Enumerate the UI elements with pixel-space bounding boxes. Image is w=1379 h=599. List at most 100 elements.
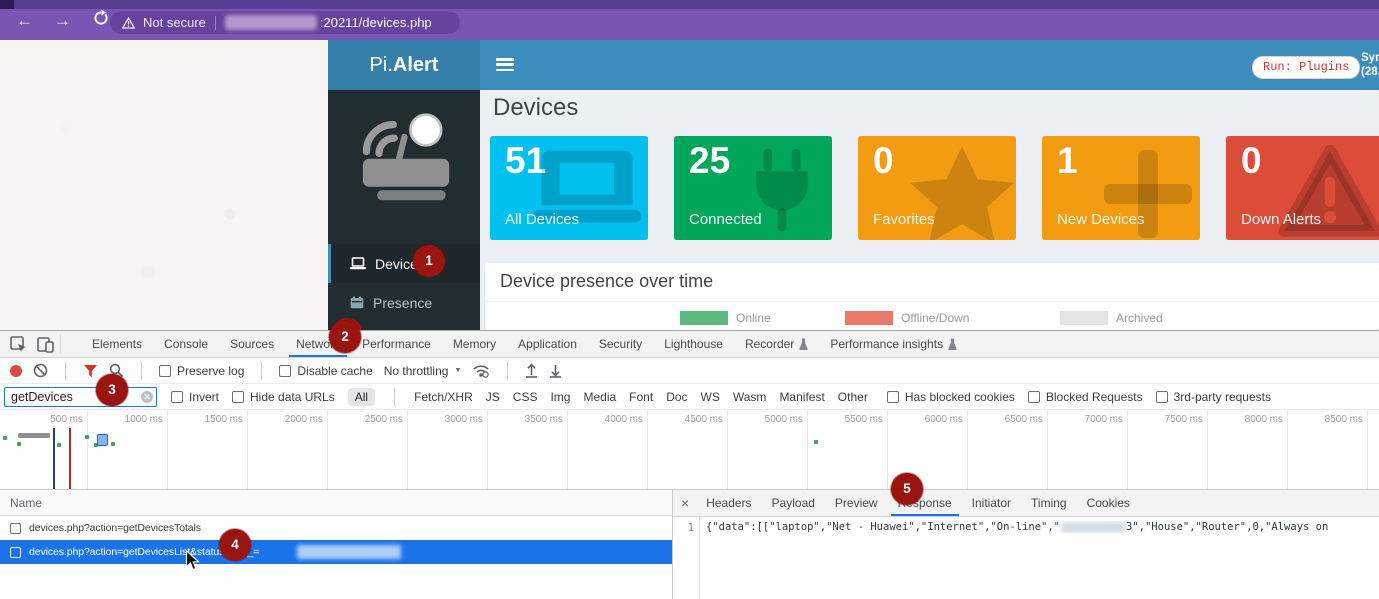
annotation-step-5: 5 (891, 473, 923, 505)
tab-recorder[interactable]: Recorder (734, 331, 819, 357)
not-secure-label: Not secure (143, 15, 206, 30)
tab-memory[interactable]: Memory (442, 331, 507, 357)
timeline-tick-label: 1500 ms (205, 414, 243, 425)
event-marker-line (53, 428, 55, 489)
chip-ws[interactable]: WS (701, 390, 720, 404)
network-conditions-icon[interactable] (472, 363, 490, 378)
blocked-requests-checkbox[interactable]: Blocked Requests (1028, 390, 1143, 404)
third-party-requests-checkbox[interactable]: 3rd-party requests (1156, 390, 1271, 404)
legend-archived: Archived (1060, 311, 1163, 325)
clear-icon[interactable] (33, 363, 48, 378)
timeline-tick-label: 3500 ms (525, 414, 563, 425)
pialert-app: Pi.Alert Run: Plugins Syn (28, (0, 40, 1379, 330)
app-top-nav: Run: Plugins Syn (28, (480, 40, 1379, 90)
chip-fetch-xhr[interactable]: Fetch/XHR (414, 390, 473, 404)
filter-input[interactable] (4, 387, 157, 407)
tab-console[interactable]: Console (153, 331, 219, 357)
disable-cache-checkbox[interactable]: Disable cache (279, 364, 372, 378)
annotation-step-1: 1 (413, 245, 445, 277)
row-checkbox[interactable] (10, 523, 21, 534)
record-icon[interactable] (10, 365, 22, 377)
timeline-tick-label: 6500 ms (1005, 414, 1043, 425)
export-har-icon[interactable] (549, 363, 562, 378)
run-plugins-button[interactable]: Run: Plugins (1252, 56, 1360, 79)
timeline-gridline (167, 410, 168, 489)
redacted-host (225, 15, 317, 30)
inspect-element-icon[interactable] (10, 336, 27, 353)
tab-initiator[interactable]: Initiator (962, 490, 1021, 516)
clear-filter-icon[interactable]: ✕ (141, 391, 153, 403)
reload-icon[interactable] (92, 9, 110, 32)
chip-other[interactable]: Other (838, 390, 868, 404)
tab-timing[interactable]: Timing (1021, 490, 1077, 516)
filter-funnel-icon[interactable] (83, 364, 98, 378)
preserve-log-checkbox[interactable]: Preserve log (159, 364, 244, 378)
tab-performance[interactable]: Performance (351, 331, 442, 357)
pialert-logo[interactable]: Pi.Alert (328, 40, 480, 90)
throttling-select[interactable]: No throttling▼ (384, 364, 462, 378)
tab-lighthouse[interactable]: Lighthouse (653, 331, 734, 357)
has-blocked-cookies-checkbox[interactable]: Has blocked cookies (887, 390, 1015, 404)
address-bar[interactable]: Not secure :20211/devices.php (110, 11, 460, 34)
chip-js[interactable]: JS (486, 390, 500, 404)
chip-all[interactable]: All (348, 388, 375, 406)
response-body[interactable]: 1 {"data":[["laptop","Net - Huawei","Int… (673, 517, 1379, 599)
sidebar-item-devices[interactable]: Devices (328, 244, 480, 283)
chip-doc[interactable]: Doc (666, 390, 687, 404)
invert-checkbox[interactable]: Invert (171, 390, 219, 404)
hide-data-urls-checkbox[interactable]: Hide data URLs (232, 390, 335, 404)
timeline-gridline (407, 410, 408, 489)
chip-font[interactable]: Font (629, 390, 653, 404)
annotation-step-2: 2 (329, 321, 361, 353)
tab-security[interactable]: Security (588, 331, 653, 357)
timeline-tick-label: 8000 ms (1245, 414, 1283, 425)
tab-elements[interactable]: Elements (81, 331, 153, 357)
timeline-gridline (1287, 410, 1288, 489)
redacted-ip (1061, 522, 1125, 533)
chip-wasm[interactable]: Wasm (733, 390, 767, 404)
tab-performance-insights[interactable]: Performance insights (819, 331, 968, 357)
timeline-tick-label: 7000 ms (1085, 414, 1123, 425)
chip-css[interactable]: CSS (513, 390, 538, 404)
app-content: Devices 51 All Devices 25 Connected 0 (480, 90, 1379, 330)
card-favorites[interactable]: 0 Favorites (858, 136, 1016, 240)
timeline-tick-label: 5500 ms (845, 414, 883, 425)
tab-cookies[interactable]: Cookies (1077, 490, 1140, 516)
chip-media[interactable]: Media (583, 390, 616, 404)
request-row-gettotals[interactable]: devices.php?action=getDevicesTotals (0, 516, 672, 540)
close-icon[interactable]: × (681, 495, 689, 511)
offline-swatch (845, 311, 893, 325)
requests-name-header[interactable]: Name (0, 490, 672, 516)
network-toolbar: Preserve log Disable cache No throttling… (0, 358, 1379, 384)
row-checkbox[interactable] (10, 547, 21, 558)
timeline-tick-label: 2500 ms (365, 414, 403, 425)
tab-payload[interactable]: Payload (762, 490, 825, 516)
laptop-icon (350, 257, 366, 270)
sidebar-item-presence[interactable]: Presence (328, 283, 480, 322)
back-icon[interactable]: ← (16, 11, 33, 31)
annotation-step-4: 4 (219, 529, 251, 561)
chip-manifest[interactable]: Manifest (779, 390, 824, 404)
timeline-gridline (87, 410, 88, 489)
sidebar-toggle-icon[interactable] (496, 58, 514, 71)
tab-preview[interactable]: Preview (825, 490, 888, 516)
chip-img[interactable]: Img (550, 390, 570, 404)
card-all-devices[interactable]: 51 All Devices (490, 136, 648, 240)
device-toolbar-icon[interactable] (37, 336, 54, 353)
tab-sources[interactable]: Sources (219, 331, 285, 357)
request-row-getdeviceslist[interactable]: devices.php?action=getDevicesList&status… (0, 540, 672, 564)
experiment-flask-icon (799, 338, 808, 350)
tab-headers[interactable]: Headers (696, 490, 761, 516)
card-down-alerts[interactable]: 0 Down Alerts (1226, 136, 1379, 240)
card-new-devices[interactable]: 1 New Devices (1042, 136, 1200, 240)
timeline-gridline (487, 410, 488, 489)
card-connected[interactable]: 25 Connected (674, 136, 832, 240)
timeline-tick-label: 2000 ms (285, 414, 323, 425)
requests-pane: Name devices.php?action=getDevicesTotals… (0, 490, 672, 599)
tab-application[interactable]: Application (507, 331, 588, 357)
import-har-icon[interactable] (525, 363, 538, 378)
forward-icon[interactable]: → (54, 11, 71, 31)
brand-bold: Alert (393, 54, 439, 77)
app-sidebar: Devices Presence (328, 90, 480, 330)
network-overview-timeline[interactable]: 500 ms1000 ms1500 ms2000 ms2500 ms3000 m… (0, 410, 1379, 490)
